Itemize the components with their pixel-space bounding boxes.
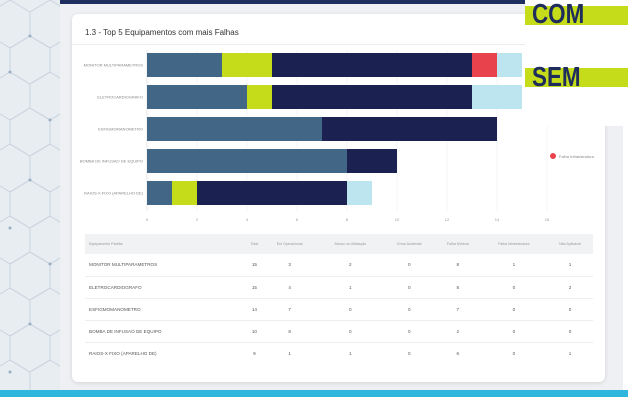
table-row: ESFIGMOMANOMETRO 14 7 0 0 7 0 0 <box>85 298 593 321</box>
bar-segment <box>147 53 222 77</box>
bar-segment <box>247 85 272 109</box>
x-tick-label: 2 <box>196 217 199 222</box>
bottom-band <box>0 390 628 397</box>
cell-total: 10 <box>246 320 263 343</box>
cell-falha-infraestrutura: 0 <box>512 350 516 356</box>
cell-em-operacional: 4 <box>262 276 317 299</box>
cell-abuso: 2 <box>316 254 384 277</box>
cell-erros-acidental: 0 <box>383 320 435 343</box>
cell-abuso: 1 <box>316 276 384 299</box>
table-row: RAIOS-X FIXO (APARELHO DE) 9 1 1 0 6 0 1 <box>85 342 593 364</box>
cell-em-operacional: 8 <box>262 320 317 343</box>
cell-erros-acidental: 0 <box>383 298 435 321</box>
table-row: MONITOR MULTIPARAMETROS 15 3 2 0 8 1 1 <box>85 254 593 277</box>
legend-label: Falha Infraestrutura <box>559 153 594 159</box>
cell-nao-aplicavel: 1 <box>568 350 572 356</box>
bar-segment <box>147 85 247 109</box>
cell-equipment: MONITOR MULTIPARAMETROS <box>85 254 247 277</box>
x-tick-label: 16 <box>545 217 550 222</box>
cell-falha-minima: 6 <box>456 350 460 356</box>
table-header-row: Equipamento Padrão Total Em Operacional … <box>85 234 593 254</box>
header-nao-aplicavel[interactable]: Não Aplicável <box>546 234 593 254</box>
overlay-word-sem: SEM <box>532 61 581 92</box>
bar-segment <box>272 53 472 77</box>
cell-falha-minima: 7 <box>434 298 481 321</box>
y-category-label: BOMBA DE INFUSAO DE EQUIPO <box>80 159 143 164</box>
bar-segment <box>172 181 197 205</box>
bar-segment <box>472 53 497 77</box>
table-row: ELETROCARDIOGRAFO 15 4 1 0 8 0 2 <box>85 276 593 299</box>
bar-segment <box>322 117 497 141</box>
bar-segment <box>147 117 322 141</box>
header-falha-infraestrutura[interactable]: Falha Infraestrutura <box>480 234 547 254</box>
cell-falha-infraestrutura: 0 <box>480 298 547 321</box>
cell-equipment: BOMBA DE INFUSAO DE EQUIPO <box>85 320 247 343</box>
x-tick-label: 10 <box>395 217 400 222</box>
cell-nao-aplicavel: 2 <box>546 276 593 299</box>
cell-em-operacional: 1 <box>288 350 291 356</box>
header-total[interactable]: Total <box>246 234 263 254</box>
overlay-word-com: COM <box>532 0 585 29</box>
cell-equipment: ELETROCARDIOGRAFO <box>85 276 247 299</box>
cell-erros-acidental: 0 <box>408 350 411 356</box>
cell-falha-minima: 8 <box>434 276 481 299</box>
cell-falha-infraestrutura: 1 <box>480 254 547 277</box>
y-category-label: MONITOR MULTIPARAMETROS <box>84 63 144 68</box>
bar-segment <box>197 181 347 205</box>
x-tick-label: 14 <box>495 217 500 222</box>
promo-overlay: COM SEM <box>525 0 628 126</box>
cell-falha-minima: 2 <box>434 320 481 343</box>
overlay-edge <box>623 126 628 390</box>
cell-equipment: RAIOS-X FIXO (APARELHO DE) <box>89 350 157 356</box>
x-tick-label: 0 <box>146 217 149 222</box>
cell-total: 15 <box>246 276 263 299</box>
cell-falha-minima: 8 <box>434 254 481 277</box>
cell-total: 9 <box>253 350 256 356</box>
x-tick-label: 12 <box>445 217 450 222</box>
header-equipamento[interactable]: Equipamento Padrão <box>85 234 247 254</box>
failures-table: Equipamento Padrão Total Em Operacional … <box>85 234 593 364</box>
hexagon-pattern-decoration <box>0 0 60 397</box>
cell-nao-aplicavel: 1 <box>546 254 593 277</box>
y-category-label: RAIOS-X FIXO (APARELHO DE) <box>84 191 143 196</box>
x-tick-label: 8 <box>346 217 349 222</box>
header-abuso[interactable]: Abuso na Utilização <box>316 234 384 254</box>
cell-nao-aplicavel: 0 <box>546 320 593 343</box>
cell-abuso: 0 <box>316 320 384 343</box>
bar-segment <box>497 53 522 77</box>
cell-erros-acidental: 0 <box>383 276 435 299</box>
x-tick-label: 4 <box>246 217 249 222</box>
cell-falha-infraestrutura: 0 <box>480 320 547 343</box>
bar-segment <box>222 53 272 77</box>
cell-equipment: ESFIGMOMANOMETRO <box>85 298 247 321</box>
bar-segment <box>472 85 522 109</box>
header-em-operacional[interactable]: Em Operacional <box>262 234 317 254</box>
bar-segment <box>347 181 372 205</box>
table-row: BOMBA DE INFUSAO DE EQUIPO 10 8 0 0 2 0 … <box>85 320 593 343</box>
bar-segment <box>272 85 472 109</box>
y-category-label: ESFIGMOMANOMETRO <box>98 127 143 132</box>
cell-abuso: 1 <box>349 350 352 356</box>
cell-erros-acidental: 0 <box>383 254 435 277</box>
header-erros-acidental[interactable]: Erros Acidental <box>383 234 435 254</box>
x-tick-label: 6 <box>296 217 299 222</box>
legend-swatch-red <box>550 153 556 159</box>
y-category-label: ELETROCARDIOGRAFO <box>97 95 143 100</box>
bar-segment <box>347 149 397 173</box>
header-falha-minima[interactable]: Falha Mínima <box>434 234 481 254</box>
cell-nao-aplicavel: 0 <box>546 298 593 321</box>
cell-total: 15 <box>246 254 263 277</box>
cell-em-operacional: 3 <box>262 254 317 277</box>
legend-item-falha-infraestrutura[interactable]: Falha Infraestrutura <box>550 153 594 159</box>
bar-segment <box>147 149 347 173</box>
cell-abuso: 0 <box>316 298 384 321</box>
bar-segment <box>147 181 172 205</box>
cell-falha-infraestrutura: 0 <box>480 276 547 299</box>
cell-total: 14 <box>246 298 263 321</box>
cell-em-operacional: 7 <box>262 298 317 321</box>
